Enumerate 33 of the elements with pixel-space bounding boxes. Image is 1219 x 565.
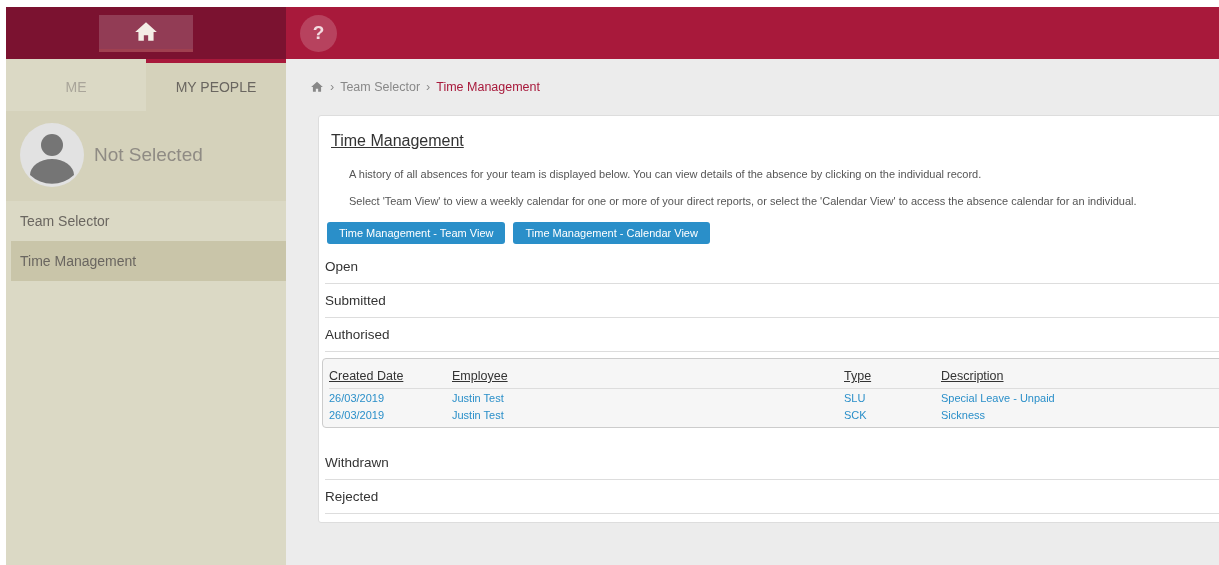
description-text: Select 'Team View' to view a weekly calendar for one or more of your direct reports, or select the 'Calendar View' to access the absence calendar for an individual. xyxy=(349,195,1138,207)
section-header[interactable]: Authorised xyxy=(325,318,1219,352)
table-cell[interactable]: 26/03/2019 xyxy=(329,389,452,406)
column-header[interactable]: Employee xyxy=(452,363,844,389)
sidebar-tab[interactable]: MY PEOPLE xyxy=(146,59,286,111)
breadcrumb-separator: › xyxy=(426,80,431,94)
table-cell[interactable]: SLU xyxy=(844,389,941,406)
table-cell[interactable]: Justin Test xyxy=(452,406,844,423)
breadcrumb-link[interactable]: Team Selector xyxy=(340,80,421,94)
table-cell[interactable]: Sickness xyxy=(941,406,1219,423)
section-header[interactable]: Submitted xyxy=(325,284,1219,318)
sidebar-item[interactable]: Time Management xyxy=(11,241,286,281)
table-cell[interactable]: Special Leave - Unpaid xyxy=(941,389,1219,406)
breadcrumb-link[interactable]: Time Management xyxy=(436,80,540,94)
profile-name: Not Selected xyxy=(94,144,203,166)
description-text: A history of all absences for your team is displayed below. You can view details of the absence by clicking on the individual record. xyxy=(349,168,983,180)
logo[interactable] xyxy=(99,14,193,52)
table-cell[interactable]: 26/03/2019 xyxy=(329,406,452,423)
help-button[interactable]: ? xyxy=(300,14,337,52)
column-header[interactable]: Type xyxy=(844,363,941,389)
breadcrumb-separator: › xyxy=(330,80,335,94)
table-cell[interactable]: SCK xyxy=(844,406,941,423)
avatar-icon xyxy=(20,123,84,187)
view-button[interactable]: Time Management - Calendar View xyxy=(513,222,710,244)
column-header[interactable]: Description xyxy=(941,363,1219,389)
table-cell[interactable]: Justin Test xyxy=(452,389,844,406)
column-header[interactable]: Created Date xyxy=(329,363,452,389)
section-header[interactable]: Open xyxy=(325,250,1219,284)
view-button[interactable]: Time Management - Team View xyxy=(327,222,506,244)
section-header[interactable]: Rejected xyxy=(325,480,1219,514)
section-header[interactable]: Withdrawn xyxy=(325,446,1219,480)
home-icon xyxy=(310,80,324,94)
card-title: Time Management xyxy=(331,132,465,150)
